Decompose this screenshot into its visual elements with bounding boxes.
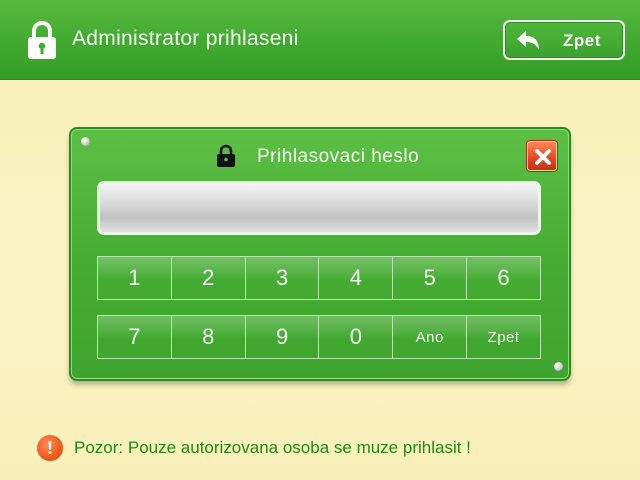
page-title: Administrator prihlaseni bbox=[72, 27, 299, 50]
padlock-icon bbox=[217, 144, 235, 167]
back-button[interactable]: Zpet bbox=[503, 20, 625, 60]
key-2[interactable]: 2 bbox=[171, 257, 246, 299]
back-arrow-icon bbox=[517, 31, 539, 50]
close-button[interactable] bbox=[527, 141, 557, 171]
key-3[interactable]: 3 bbox=[245, 257, 320, 299]
padlock-icon bbox=[28, 21, 56, 59]
confirm-key[interactable]: Ano bbox=[393, 316, 468, 358]
password-input[interactable] bbox=[97, 181, 541, 235]
exclamation-icon: ! bbox=[37, 435, 63, 461]
key-5[interactable]: 5 bbox=[393, 257, 468, 299]
screw-icon bbox=[554, 362, 563, 371]
dialog-title: Prihlasovaci heslo bbox=[257, 146, 420, 167]
key-6[interactable]: 6 bbox=[467, 257, 540, 299]
keypad-row-2: 7 8 9 0 Ano Zpet bbox=[97, 315, 541, 359]
keypad-row-1: 1 2 3 4 5 6 bbox=[97, 256, 541, 300]
close-icon bbox=[535, 149, 551, 165]
key-1[interactable]: 1 bbox=[98, 257, 172, 299]
backspace-key[interactable]: Zpet bbox=[467, 316, 540, 358]
warning-message: Pozor: Pouze autorizovana osoba se muze … bbox=[74, 438, 471, 457]
key-4[interactable]: 4 bbox=[319, 257, 394, 299]
key-7[interactable]: 7 bbox=[98, 316, 172, 358]
back-button-label: Zpet bbox=[563, 31, 601, 50]
screw-icon bbox=[81, 137, 90, 146]
key-9[interactable]: 9 bbox=[245, 316, 320, 358]
key-0[interactable]: 0 bbox=[319, 316, 394, 358]
login-dialog: Prihlasovaci heslo 1 2 3 4 5 6 7 8 9 0 A… bbox=[69, 127, 571, 381]
header-bar: Administrator prihlaseni Zpet bbox=[0, 0, 640, 80]
key-8[interactable]: 8 bbox=[171, 316, 246, 358]
